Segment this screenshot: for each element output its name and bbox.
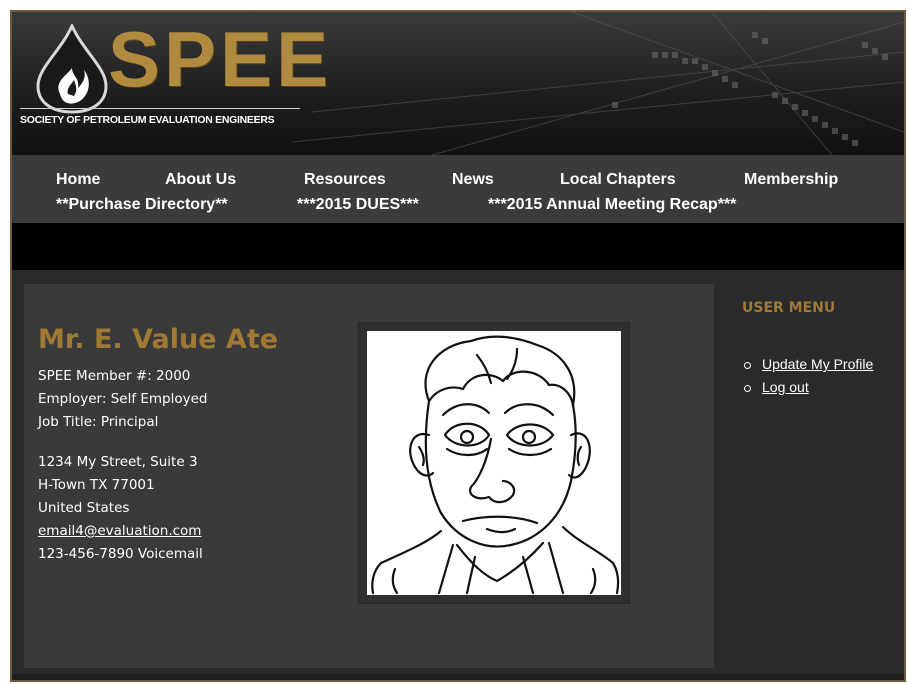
nav-home[interactable]: Home xyxy=(56,171,100,189)
cartoon-face-illustration xyxy=(371,335,620,595)
profile-photo xyxy=(358,322,630,604)
address-line-1: 1234 My Street, Suite 3 xyxy=(38,454,198,470)
page-frame: SPEE SOCIETY OF PETROLEUM EVALUATION ENG… xyxy=(10,10,906,682)
bullet-icon xyxy=(744,385,751,392)
menu-item-update-profile: Update My Profile xyxy=(744,356,873,372)
header-divider-bar xyxy=(12,223,904,270)
cartoon-portrait xyxy=(367,331,621,595)
nav-2015-annual-meeting-recap[interactable]: ***2015 Annual Meeting Recap*** xyxy=(488,196,736,214)
member-number: SPEE Member #: 2000 xyxy=(38,368,191,384)
phone: 123-456-7890 Voicemail xyxy=(38,546,203,562)
nav-2015-dues[interactable]: ***2015 DUES*** xyxy=(297,196,419,214)
oil-drop-flame-icon xyxy=(36,24,108,114)
logo-wordmark: SPEE xyxy=(108,15,333,103)
update-my-profile-link[interactable]: Update My Profile xyxy=(762,356,873,372)
user-menu-title: USER MENU xyxy=(742,300,836,316)
nav-about-us[interactable]: About Us xyxy=(165,171,236,189)
job-title: Job Title: Principal xyxy=(38,414,159,430)
menu-item-log-out: Log out xyxy=(744,379,809,395)
email-link[interactable]: email4@evaluation.com xyxy=(38,523,201,539)
site-header: SPEE SOCIETY OF PETROLEUM EVALUATION ENG… xyxy=(12,12,904,155)
user-menu-sidebar: USER MENU Update My Profile Log out xyxy=(726,270,904,680)
logo-divider xyxy=(20,108,300,109)
profile-panel: Mr. E. Value Ate SPEE Member #: 2000 Emp… xyxy=(24,284,714,668)
spee-logo[interactable]: SPEE SOCIETY OF PETROLEUM EVALUATION ENG… xyxy=(16,18,328,138)
address-line-2: H-Town TX 77001 xyxy=(38,477,155,493)
logo-subtitle: SOCIETY OF PETROLEUM EVALUATION ENGINEER… xyxy=(20,114,275,126)
nav-resources[interactable]: Resources xyxy=(304,171,386,189)
bullet-icon xyxy=(744,362,751,369)
nav-purchase-directory[interactable]: **Purchase Directory** xyxy=(56,196,228,214)
footer-strip xyxy=(12,674,904,680)
main-navigation: Home About Us Resources News Local Chapt… xyxy=(12,155,904,223)
nav-news[interactable]: News xyxy=(452,171,494,189)
nav-membership[interactable]: Membership xyxy=(744,171,838,189)
employer: Employer: Self Employed xyxy=(38,391,208,407)
profile-name: Mr. E. Value Ate xyxy=(38,324,279,355)
log-out-link[interactable]: Log out xyxy=(762,379,809,395)
country: United States xyxy=(38,500,130,516)
nav-local-chapters[interactable]: Local Chapters xyxy=(560,171,676,189)
